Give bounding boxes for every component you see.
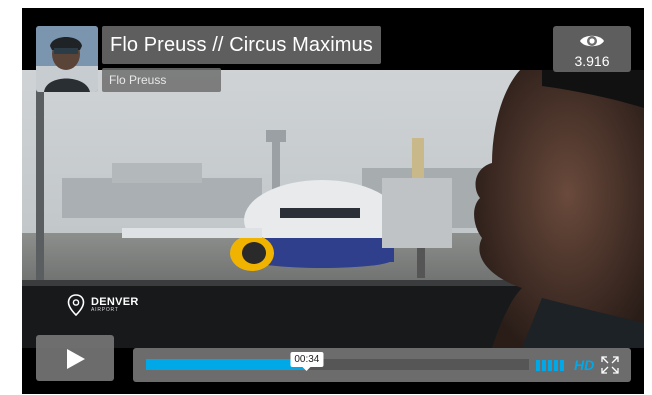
progress-fill	[146, 359, 307, 370]
location-label: DENVER AIRPORT	[67, 294, 139, 316]
hd-toggle[interactable]: HD	[574, 357, 594, 373]
volume-bar	[560, 360, 564, 371]
avatar-image	[36, 26, 98, 92]
volume-bar	[542, 360, 546, 371]
author-name[interactable]: Flo Preuss	[109, 73, 166, 87]
author-avatar[interactable]	[36, 26, 98, 92]
volume-bar	[548, 360, 552, 371]
video-title[interactable]: Flo Preuss // Circus Maximus	[110, 34, 373, 57]
location-sub: AIRPORT	[91, 307, 119, 313]
eye-icon	[580, 35, 604, 47]
video-title-box[interactable]: Flo Preuss // Circus Maximus	[102, 26, 381, 64]
play-button[interactable]	[36, 335, 114, 381]
time-tooltip: 00:34	[290, 352, 324, 371]
control-bar: 00:34 HD	[133, 348, 631, 382]
view-count-box: 3.916	[553, 26, 631, 72]
progress-bar[interactable]: 00:34	[146, 352, 529, 371]
volume-bar	[554, 360, 558, 371]
volume-bar	[536, 360, 540, 371]
tooltip-arrow	[302, 367, 311, 371]
current-time: 00:34	[294, 354, 320, 365]
view-count: 3.916	[574, 53, 610, 69]
author-byline-box[interactable]: Flo Preuss	[102, 68, 221, 92]
location-pin-icon	[67, 294, 85, 316]
play-icon[interactable]	[66, 348, 86, 370]
video-player[interactable]: Flo Preuss // Circus Maximus Flo Preuss …	[22, 8, 644, 394]
volume-control[interactable]	[536, 360, 566, 371]
fullscreen-icon[interactable]	[601, 356, 619, 374]
